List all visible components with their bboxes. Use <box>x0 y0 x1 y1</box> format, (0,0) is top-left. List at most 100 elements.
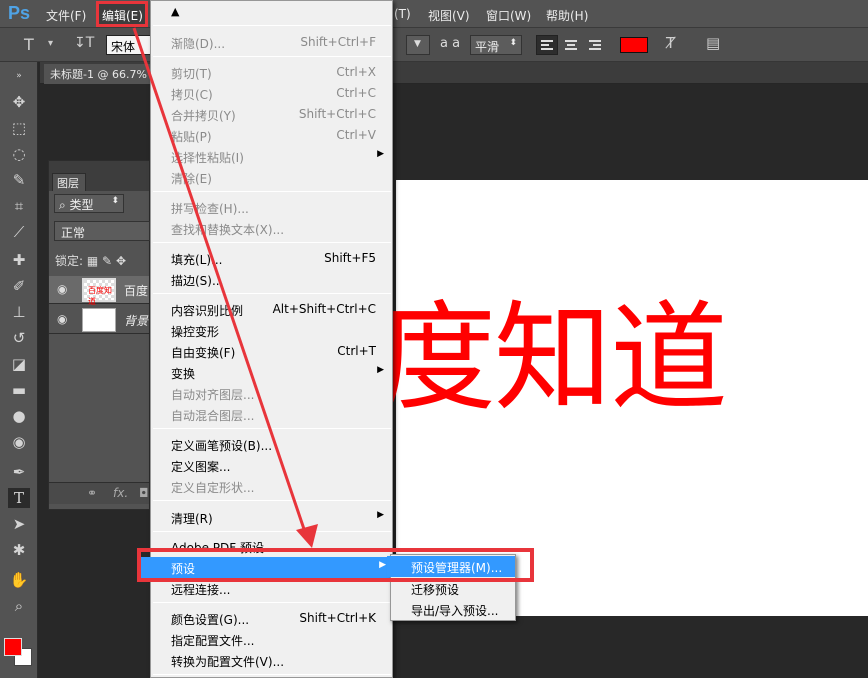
menu-item-assign-profile[interactable]: 指定配置文件... <box>151 629 392 650</box>
shape-tool-icon[interactable]: ✱ <box>8 540 30 560</box>
menu-file[interactable]: 文件(F) <box>46 7 86 24</box>
menu-type[interactable]: (T) <box>394 7 411 21</box>
clone-stamp-tool-icon[interactable]: ⊥ <box>8 302 30 322</box>
menu-item-define-brush[interactable]: 定义画笔预设(B)... <box>151 434 392 455</box>
align-center-button[interactable] <box>560 35 582 55</box>
layer-thumbnail: 百度知道 <box>82 278 116 306</box>
menu-item-transform[interactable]: 变换 ▶ <box>151 362 392 383</box>
zoom-tool-icon[interactable]: ⌕ <box>8 596 30 616</box>
eyedropper-tool-icon[interactable]: ⟋ <box>8 222 30 242</box>
lasso-tool-icon[interactable]: ◌ <box>8 144 30 164</box>
move-tool-icon[interactable]: ✥ <box>8 92 30 112</box>
submenu-arrow-icon: ▶ <box>377 510 384 520</box>
menu-item-label: 远程连接... <box>171 583 231 597</box>
menu-item-auto-align-layers[interactable]: 自动对齐图层... <box>151 383 392 404</box>
menu-item-content-aware-scale[interactable]: 内容识别比例 Alt+Shift+Ctrl+C <box>151 299 392 320</box>
menu-item-shortcut: Shift+F5 <box>324 251 376 265</box>
blur-tool-icon[interactable]: ● <box>8 406 30 426</box>
type-tool-icon[interactable]: T <box>24 35 34 54</box>
menu-item-label: 查找和替换文本(X)... <box>171 223 285 237</box>
layers-tab[interactable]: 图层 <box>52 173 86 191</box>
menu-item-color-settings[interactable]: 颜色设置(G)... Shift+Ctrl+K <box>151 608 392 629</box>
menu-item-label: 自动对齐图层... <box>171 388 255 402</box>
menu-item-label: 清理(R) <box>171 512 213 526</box>
menu-item-label: 内容识别比例 <box>171 304 244 318</box>
history-brush-tool-icon[interactable]: ↺ <box>8 328 30 348</box>
visibility-eye-icon[interactable]: ◉ <box>57 282 67 296</box>
collapse-icon[interactable]: » <box>8 66 30 86</box>
menu-item-fade[interactable]: 渐隐(D)... Shift+Ctrl+F <box>151 32 392 53</box>
text-color-swatch[interactable] <box>620 37 648 53</box>
menu-item-shortcut: Ctrl+V <box>336 128 376 142</box>
menu-item-spell-check[interactable]: 拼写检查(H)... <box>151 197 392 218</box>
menu-item-purge[interactable]: 清理(R) ▶ <box>151 507 392 528</box>
menu-item-auto-blend-layers[interactable]: 自动混合图层... <box>151 404 392 425</box>
lock-options: 锁定: ▦ ✎ ✥ <box>55 252 126 269</box>
link-layers-icon[interactable]: ⚭ <box>87 486 97 500</box>
menu-item-define-pattern[interactable]: 定义图案... <box>151 455 392 476</box>
tool-preset-dropdown-icon[interactable]: ▾ <box>48 38 53 49</box>
layer-name[interactable]: 背景 <box>124 312 148 329</box>
font-size-dropdown[interactable]: ▼ <box>406 35 430 55</box>
gradient-tool-icon[interactable]: ▬ <box>8 380 30 400</box>
menu-item-define-custom-shape[interactable]: 定义自定形状... <box>151 476 392 497</box>
brush-tool-icon[interactable]: ✐ <box>8 276 30 296</box>
crop-tool-icon[interactable]: ⌗ <box>8 196 30 216</box>
dodge-tool-icon[interactable]: ◉ <box>8 432 30 452</box>
font-family-select[interactable]: 宋体 <box>106 35 154 55</box>
eraser-tool-icon[interactable]: ◪ <box>8 354 30 374</box>
blend-mode-select[interactable]: 正常 <box>54 221 150 241</box>
toggle-orientation-icon[interactable]: ↧T <box>74 35 94 51</box>
menu-item-stroke[interactable]: 描边(S)... <box>151 269 392 290</box>
menu-edit[interactable]: 编辑(E) <box>96 1 148 27</box>
layer-thumbnail-text: 百度知道 <box>88 286 112 306</box>
menu-edit-label: 编辑(E) <box>102 9 143 23</box>
menu-separator <box>153 25 391 26</box>
warp-text-icon[interactable]: Ⱦ <box>666 34 675 52</box>
lock-pixels-icon[interactable]: ✎ <box>102 254 112 268</box>
menu-item-paste-special[interactable]: 选择性粘贴(I) ▶ <box>151 146 392 167</box>
visibility-eye-icon[interactable]: ◉ <box>57 312 67 326</box>
healing-brush-tool-icon[interactable]: ✚ <box>8 250 30 270</box>
menu-view[interactable]: 视图(V) <box>428 7 470 24</box>
menu-item-find-replace[interactable]: 查找和替换文本(X)... <box>151 218 392 239</box>
menu-item-copy-merged[interactable]: 合并拷贝(Y) Shift+Ctrl+C <box>151 104 392 125</box>
layer-row-background[interactable]: ◉ 背景 <box>49 306 149 334</box>
menu-item-convert-to-profile[interactable]: 转换为配置文件(V)... <box>151 650 392 671</box>
layer-style-button[interactable]: fx. <box>113 486 128 500</box>
foreground-color-swatch[interactable] <box>4 638 22 656</box>
pen-tool-icon[interactable]: ✒ <box>8 462 30 482</box>
menu-item-label: 操控变形 <box>171 325 220 339</box>
layer-name[interactable]: 百度 <box>124 282 148 299</box>
layers-panel-header <box>49 161 149 173</box>
layer-kind-filter[interactable]: ⌕ 类型 ⬍ <box>54 194 124 213</box>
lock-transparent-icon[interactable]: ▦ <box>87 254 98 268</box>
menu-item-copy[interactable]: 拷贝(C) Ctrl+C <box>151 83 392 104</box>
menu-item-paste[interactable]: 粘贴(P) Ctrl+V <box>151 125 392 146</box>
antialias-value: 平滑 <box>475 40 500 54</box>
menu-item-fill[interactable]: 填充(L)... Shift+F5 <box>151 248 392 269</box>
annotation-highlight-box <box>137 548 534 582</box>
add-mask-icon[interactable]: ◘ <box>139 486 149 500</box>
menu-item-cut[interactable]: 剪切(T) Ctrl+X <box>151 62 392 83</box>
marquee-tool-icon[interactable]: ⬚ <box>8 118 30 138</box>
menu-item-clear[interactable]: 清除(E) <box>151 167 392 188</box>
submenu-item-export-import-presets[interactable]: 导出/导入预设... <box>391 599 515 620</box>
menu-help[interactable]: 帮助(H) <box>546 7 588 24</box>
character-panel-icon[interactable]: ▤ <box>706 34 720 52</box>
layer-row-text[interactable]: ◉ 百度知道 百度 <box>49 276 149 306</box>
menu-item-puppet-warp[interactable]: 操控变形 <box>151 320 392 341</box>
antialias-select[interactable]: 平滑 ⬍ <box>470 35 522 55</box>
path-selection-tool-icon[interactable]: ➤ <box>8 514 30 534</box>
lock-position-icon[interactable]: ✥ <box>116 254 126 268</box>
quick-selection-tool-icon[interactable]: ✎ <box>8 170 30 190</box>
menu-item-label: 导出/导入预设... <box>411 604 499 618</box>
type-tool-icon-active[interactable]: T <box>8 488 30 508</box>
hand-tool-icon[interactable]: ✋ <box>8 570 30 590</box>
align-right-button[interactable] <box>584 35 606 55</box>
align-left-button[interactable] <box>536 35 558 55</box>
document-tab[interactable]: 未标题-1 @ 66.7% <box>44 64 152 84</box>
photoshop-logo: Ps <box>8 3 31 23</box>
menu-window[interactable]: 窗口(W) <box>486 7 531 24</box>
menu-item-free-transform[interactable]: 自由变换(F) Ctrl+T <box>151 341 392 362</box>
